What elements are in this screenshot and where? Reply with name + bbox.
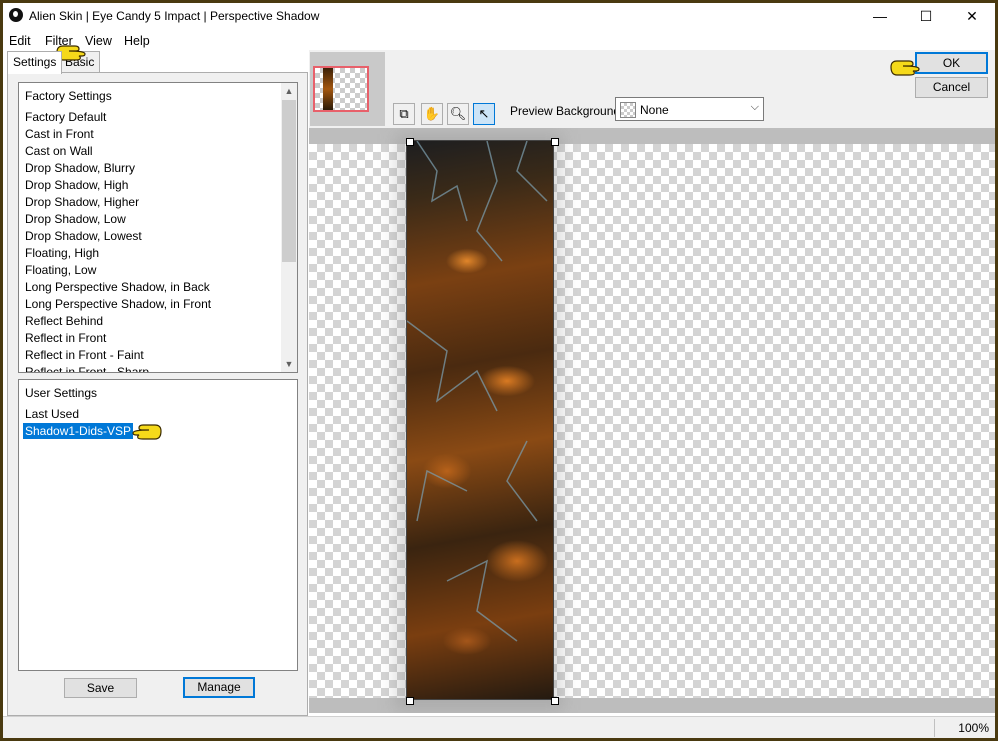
list-item[interactable]: Drop Shadow, Low — [25, 212, 126, 226]
preview-background-select[interactable]: None ⌵ — [615, 97, 764, 121]
factory-settings-list[interactable]: Factory Settings Factory Default Cast in… — [18, 82, 298, 373]
list-item[interactable]: Cast on Wall — [25, 144, 93, 158]
scroll-down-icon[interactable]: ▼ — [281, 356, 297, 372]
status-bar: 100% — [3, 716, 995, 738]
scroll-thumb[interactable] — [282, 100, 296, 262]
zoom-level: 100% — [958, 721, 989, 735]
user-settings-list[interactable]: User Settings Last Used Shadow1-Dids-VSP — [18, 379, 298, 671]
resize-handle[interactable] — [551, 697, 559, 705]
list-item[interactable]: Long Perspective Shadow, in Back — [25, 280, 210, 294]
preview-background-label: Preview Background: — [510, 104, 624, 118]
list-item[interactable]: Drop Shadow, High — [25, 178, 128, 192]
list-item[interactable]: Long Perspective Shadow, in Front — [25, 297, 211, 311]
zoom-icon[interactable]: 🔍︎ — [447, 103, 469, 125]
list-item-selected[interactable]: Shadow1-Dids-VSP — [23, 423, 134, 439]
list-item[interactable]: Reflect in Front - Faint — [25, 348, 144, 362]
menu-view[interactable]: View — [85, 34, 112, 48]
title-bar: Alien Skin | Eye Candy 5 Impact | Perspe… — [3, 3, 995, 30]
preview-area[interactable] — [309, 128, 995, 713]
list-item[interactable]: Drop Shadow, Blurry — [25, 161, 135, 175]
preview-background-value: None — [640, 103, 669, 117]
arrow-select-icon[interactable]: ↖ — [473, 103, 495, 125]
status-separator — [934, 719, 935, 737]
eye-candy-window: Alien Skin | Eye Candy 5 Impact | Perspe… — [3, 3, 995, 738]
close-button[interactable]: ✕ — [949, 3, 995, 30]
list-item[interactable]: Factory Default — [25, 110, 106, 124]
tab-settings[interactable]: Settings — [7, 51, 63, 74]
factory-settings-header: Factory Settings — [25, 89, 112, 103]
factory-list-scrollbar[interactable]: ▲ ▼ — [281, 83, 297, 372]
thumbnail-image — [323, 68, 333, 110]
list-item[interactable]: Drop Shadow, Lowest — [25, 229, 142, 243]
save-button[interactable]: Save — [64, 678, 137, 698]
preview-window-icon[interactable]: ⧉ — [393, 103, 415, 125]
list-item[interactable]: Cast in Front — [25, 127, 94, 141]
resize-handle[interactable] — [406, 138, 414, 146]
navigator-viewport[interactable] — [313, 66, 369, 112]
pointing-hand-icon — [890, 60, 920, 76]
navigator-thumbnail[interactable] — [310, 52, 385, 126]
resize-handle[interactable] — [551, 138, 559, 146]
crack-texture — [407, 141, 548, 642]
list-item[interactable]: Reflect in Front - Sharp — [25, 365, 149, 372]
window-title: Alien Skin | Eye Candy 5 Impact | Perspe… — [29, 9, 320, 23]
transparent-swatch-icon — [620, 102, 636, 118]
list-item[interactable]: Reflect in Front — [25, 331, 106, 345]
menu-bar: Edit Filter View Help — [3, 30, 995, 50]
ok-button[interactable]: OK — [915, 52, 988, 74]
cancel-button[interactable]: Cancel — [915, 77, 988, 98]
list-item[interactable]: Reflect Behind — [25, 314, 103, 328]
minimize-button[interactable]: — — [857, 3, 903, 30]
settings-panel: Factory Settings Factory Default Cast in… — [7, 72, 308, 716]
maximize-button[interactable]: ☐ — [903, 3, 949, 30]
scroll-up-icon[interactable]: ▲ — [281, 83, 297, 99]
preview-image[interactable] — [406, 140, 554, 700]
user-settings-header: User Settings — [25, 386, 98, 400]
list-item[interactable]: Last Used — [25, 407, 79, 421]
alien-skin-app-icon — [9, 8, 23, 22]
list-item[interactable]: Floating, High — [25, 246, 99, 260]
menu-edit[interactable]: Edit — [9, 34, 31, 48]
chevron-down-icon: ⌵ — [750, 101, 759, 113]
pointing-hand-icon — [132, 424, 162, 440]
menu-help[interactable]: Help — [124, 34, 150, 48]
hand-pan-icon[interactable]: ✋ — [421, 103, 443, 125]
manage-button[interactable]: Manage — [183, 677, 255, 698]
resize-handle[interactable] — [406, 697, 414, 705]
list-item[interactable]: Floating, Low — [25, 263, 96, 277]
list-item[interactable]: Drop Shadow, Higher — [25, 195, 139, 209]
